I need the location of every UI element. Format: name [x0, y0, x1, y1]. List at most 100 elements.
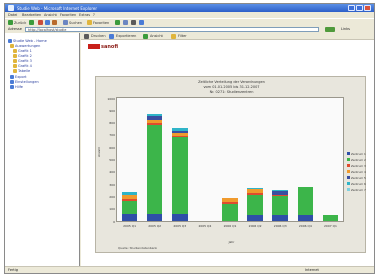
maximize-button[interactable] [356, 5, 363, 11]
bar-segment [146, 122, 163, 126]
y-tick-label: 400 [109, 170, 115, 175]
legend-swatch [347, 182, 350, 185]
edit-icon[interactable] [139, 20, 144, 25]
print-icon[interactable] [131, 20, 136, 25]
print-icon[interactable] [84, 34, 89, 39]
content-toolbar-view[interactable]: Ansicht [150, 34, 163, 38]
browser-window: Studie Web - Microsoft Internet Explorer… [4, 3, 375, 274]
menu-edit[interactable]: Bearbeiten [22, 13, 41, 17]
filter-icon[interactable] [171, 34, 176, 39]
minimize-button[interactable] [348, 5, 355, 11]
search-label: Suchen [69, 21, 82, 25]
legend-swatch [347, 164, 350, 167]
document-icon [13, 54, 17, 58]
status-bar: Fertig Internet [5, 266, 374, 273]
bar-segment [322, 214, 339, 221]
brand-name: sanofi [101, 44, 119, 50]
stop-icon[interactable] [38, 20, 43, 25]
bar-segment [146, 116, 163, 121]
favorites-label: Favoriten [93, 21, 110, 25]
search-icon[interactable] [63, 20, 68, 25]
menu-extras[interactable]: Extras [79, 13, 90, 17]
mail-icon[interactable] [123, 20, 128, 25]
toolbar: Zurück Suchen Favoriten [5, 18, 374, 26]
y-tick-label: 300 [109, 182, 115, 187]
view-icon[interactable] [143, 34, 148, 39]
document-icon [13, 59, 17, 63]
legend-label: Zentrum 3 [351, 164, 366, 168]
legend-entry: Zentrum 7 [347, 187, 366, 193]
content-toolbar-filter[interactable]: Filter [178, 34, 187, 38]
bar-segment [247, 187, 263, 190]
menu-favorites[interactable]: Favoriten [60, 13, 76, 17]
legend-label: Zentrum 5 [351, 176, 366, 180]
address-bar: Adresse http://localhost/studie Links [5, 26, 374, 33]
bar-segment [121, 199, 138, 202]
close-button[interactable] [364, 5, 371, 11]
y-axis-label: Anzahl [97, 146, 101, 157]
browser-icon [8, 5, 14, 11]
media-icon[interactable] [115, 20, 120, 25]
menu-file[interactable]: Datei [8, 13, 17, 17]
bar-segment [297, 214, 314, 221]
favorites-icon[interactable] [87, 20, 92, 25]
legend-label: Zentrum 6 [351, 182, 366, 186]
bar-segment [121, 194, 138, 200]
chart-title-line-2: vom 01.01.2005 bis 31.12.2007 [203, 85, 260, 89]
bar-segment [222, 201, 238, 204]
bar-segment [146, 213, 163, 221]
content-toolbar-print[interactable]: Drucken [91, 34, 106, 38]
bar-segment [272, 189, 288, 191]
folder-icon [10, 44, 14, 48]
menu-help[interactable]: ? [93, 13, 95, 17]
bar-segment [272, 196, 288, 215]
x-tick-label: 2005 Q1 [123, 224, 136, 228]
document-icon [13, 49, 17, 53]
content-pane: Drucken Exportieren Ansicht Filter sanof… [81, 33, 374, 266]
document-icon [13, 69, 17, 73]
bar-segment [171, 128, 188, 131]
chart-title-line-1: Zeitliche Verteilung der Verordnungen [198, 80, 265, 84]
links-label[interactable]: Links [341, 27, 350, 31]
bar-segment [171, 213, 188, 221]
y-tick-label: 200 [109, 194, 115, 199]
address-value: http://localhost/studie [28, 28, 67, 32]
bar-segment [272, 214, 288, 221]
home-icon[interactable] [52, 20, 57, 25]
bar-segment [121, 201, 138, 214]
x-axis-label: Jahr [228, 240, 235, 244]
chart-title-line-3: Nr. 0271: Studienzentren [209, 90, 254, 94]
forward-icon[interactable] [29, 20, 34, 25]
address-field[interactable]: http://localhost/studie [25, 27, 319, 32]
home-icon [8, 39, 12, 43]
back-icon[interactable] [8, 20, 13, 25]
bar-segment [121, 213, 138, 221]
go-button[interactable] [325, 27, 335, 32]
address-label: Adresse [8, 27, 22, 31]
legend-swatch [347, 188, 350, 191]
document-icon [13, 64, 17, 68]
x-tick-label: 2006 Q3 [273, 224, 287, 228]
plot-area [116, 97, 344, 222]
legend-swatch [347, 170, 350, 173]
x-tick-label: 2005 Q2 [148, 224, 162, 228]
y-tick-label: 700 [109, 133, 115, 138]
refresh-icon[interactable] [45, 20, 50, 25]
bar-segment [171, 135, 188, 138]
x-tick-label: 2007 Q1 [324, 224, 337, 228]
x-tick-label: 2005 Q3 [173, 224, 187, 228]
logo-mark-icon [88, 44, 100, 49]
bar-segment [247, 189, 263, 193]
x-tick-label: 2006 Q1 [223, 224, 237, 228]
legend-label: Zentrum 7 [351, 188, 366, 192]
export-icon[interactable] [109, 34, 114, 39]
menu-view[interactable]: Ansicht [44, 13, 57, 17]
security-zone: Internet [305, 268, 319, 272]
legend-swatch [347, 152, 350, 155]
chart-legend: Zentrum 1 Zentrum 2 Zentrum 3 Zentrum 4 Zent… [347, 151, 366, 193]
y-tick-label: 0 [113, 219, 115, 224]
content-toolbar-export[interactable]: Exportieren [116, 34, 136, 38]
title-bar: Studie Web - Microsoft Internet Explorer [5, 4, 374, 12]
x-tick-label: 2005 Q4 [198, 224, 212, 228]
y-tick-label: 600 [109, 145, 115, 150]
